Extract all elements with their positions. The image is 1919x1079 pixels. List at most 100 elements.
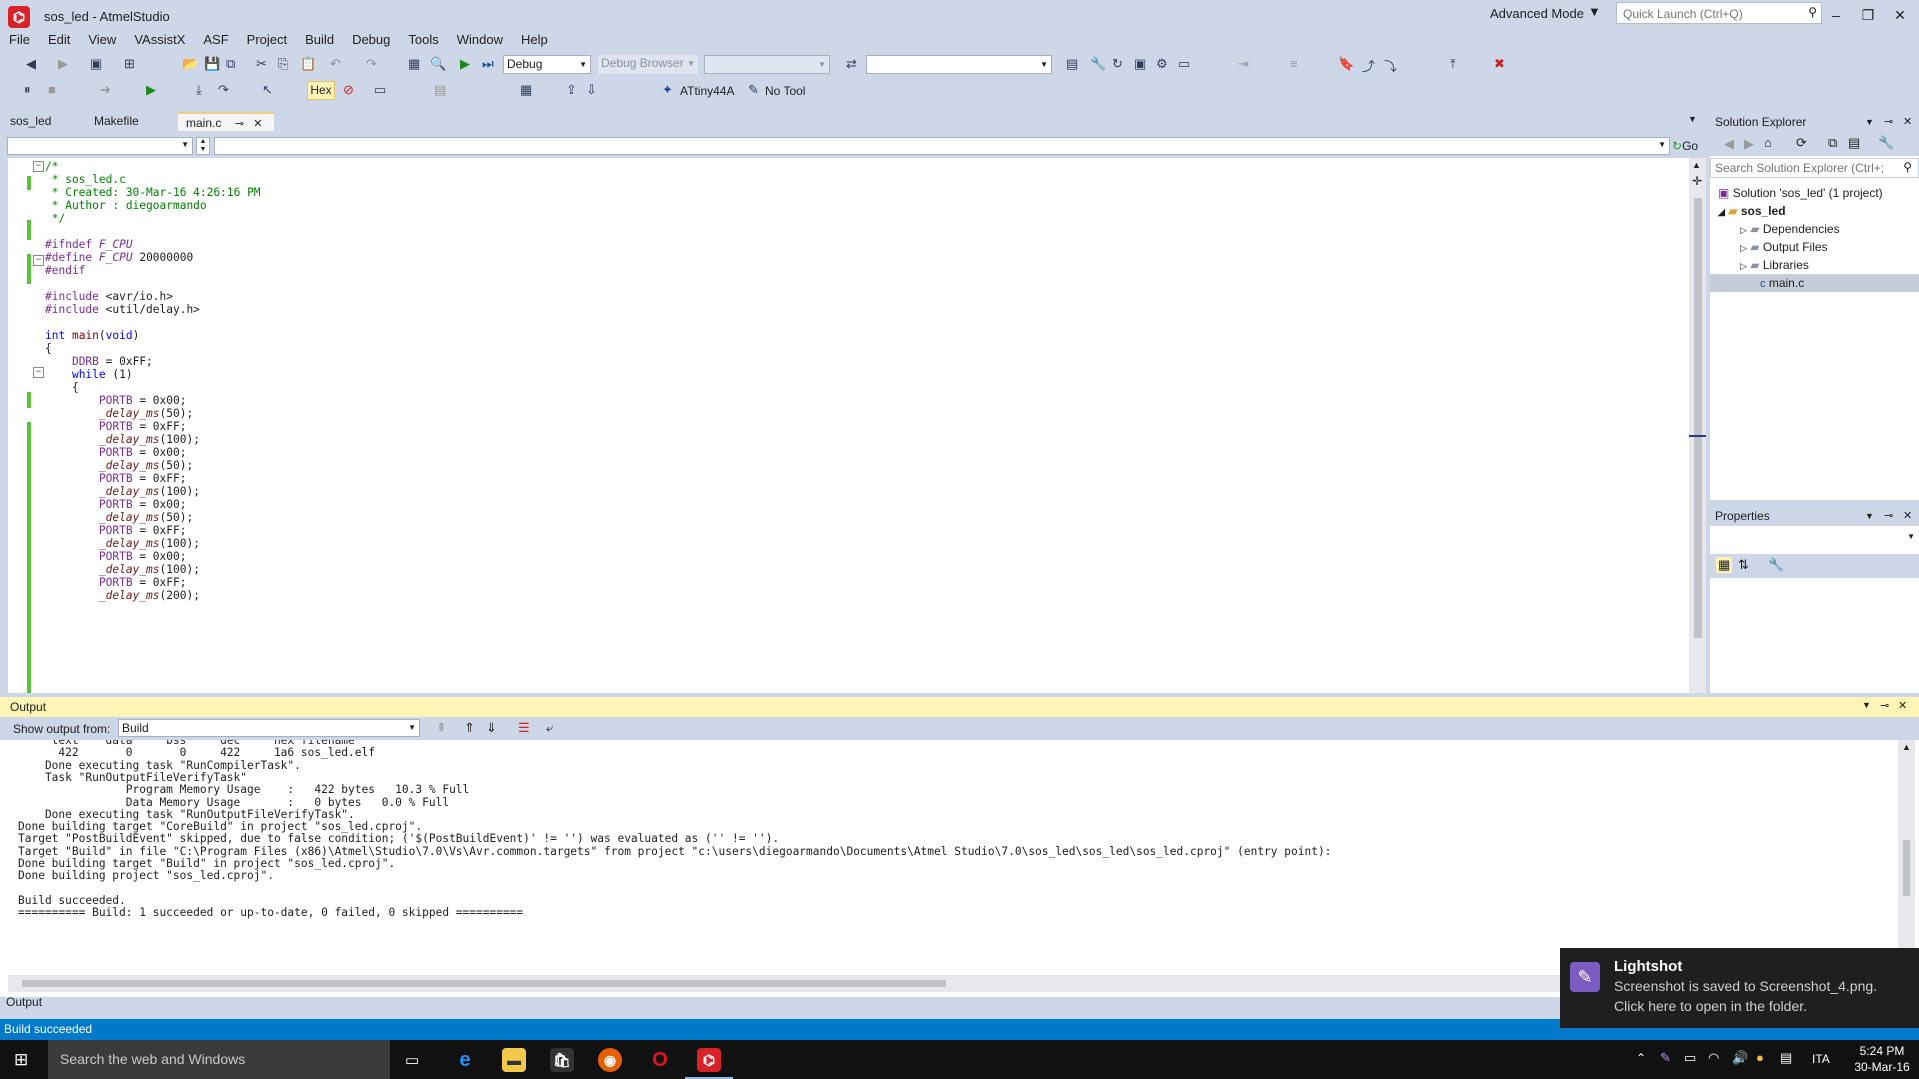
scroll-up-icon[interactable]: ▲ <box>1692 160 1701 170</box>
quick-launch-box[interactable]: ⚲ <box>1616 2 1822 24</box>
window-layout-icon[interactable]: ▭ <box>1178 56 1190 72</box>
show-hidden-icons-icon[interactable]: ⌃ <box>1636 1051 1646 1065</box>
menu-window[interactable]: Window <box>448 30 512 47</box>
chevron-down-icon[interactable]: ▼ <box>1865 506 1874 526</box>
close-icon[interactable]: ✕ <box>253 118 262 130</box>
opera-icon[interactable]: O <box>648 1048 672 1072</box>
close-icon[interactable]: ✕ <box>1903 506 1912 526</box>
device-programming-icon[interactable]: ▤ <box>1066 56 1078 72</box>
menu-help[interactable]: Help <box>512 30 557 47</box>
show-next-statement-icon[interactable]: ➜ <box>100 82 111 98</box>
search-icon[interactable]: ⚲ <box>1903 160 1912 174</box>
undo-icon[interactable]: ↶ <box>330 56 341 72</box>
symbol-dropdown[interactable]: ▼ <box>214 137 1670 155</box>
tree-item-solution[interactable]: ▣ Solution 'sos_led' (1 project) <box>1718 184 1883 202</box>
edge-icon[interactable]: e <box>453 1048 477 1072</box>
solution-search-input[interactable] <box>1713 160 1897 176</box>
output-text[interactable]: text data bss dec hex filename 422 0 0 4… <box>8 740 1898 972</box>
close-button[interactable]: ✕ <box>1886 4 1914 26</box>
step-over-icon[interactable]: ↷ <box>218 82 229 98</box>
tree-item-main-c[interactable]: c main.c <box>1710 274 1919 292</box>
bookmark-folder-icon[interactable]: ⤒ <box>1450 56 1456 72</box>
tray-app-icon[interactable]: ● <box>1756 1050 1764 1065</box>
save-icon[interactable]: 💾 <box>204 56 220 72</box>
code-editor[interactable]: − − − /* * sos_led.c * Created: 30-Mar-1… <box>8 158 1689 693</box>
back-icon[interactable]: ◀ <box>1724 136 1734 152</box>
device-label[interactable]: ATtiny44A <box>680 84 734 98</box>
pin-icon[interactable]: ⊸ <box>1884 112 1893 132</box>
memory-icon[interactable]: ▦ <box>520 82 532 98</box>
power-icon[interactable]: ▭ <box>1684 1050 1696 1066</box>
pin-icon[interactable]: ⊸ <box>1880 699 1889 712</box>
close-icon[interactable]: ✕ <box>1898 699 1907 712</box>
wrench-icon[interactable]: 🔧 <box>1090 56 1106 72</box>
collapse-all-icon[interactable]: ⧉ <box>1828 135 1837 151</box>
step-into-icon[interactable]: ⤓ <box>196 82 202 98</box>
tab-makefile[interactable]: Makefile <box>86 112 147 131</box>
next-bookmark-icon[interactable]: ⤵ <box>1384 56 1397 75</box>
solution-search-box[interactable]: ⚲ <box>1710 158 1919 178</box>
volume-icon[interactable]: 🔊 <box>1732 1050 1748 1066</box>
target-dropdown[interactable]: ▼ <box>704 55 830 74</box>
categorized-icon[interactable]: ▦ <box>1716 557 1733 573</box>
output-tool-tab[interactable]: Output <box>6 995 42 1009</box>
tool-label[interactable]: No Tool <box>765 84 805 98</box>
collapsed-arrow-icon[interactable]: ▷ <box>1740 225 1747 235</box>
debug-browser-dropdown[interactable]: Debug Browser ▼ <box>598 55 698 74</box>
properties-wrench-icon[interactable]: 🔧 <box>1878 135 1894 151</box>
menu-debug[interactable]: Debug <box>343 30 399 47</box>
upload-icon[interactable]: ⇪ <box>566 82 577 98</box>
minimize-button[interactable]: – <box>1822 4 1850 26</box>
forward-icon[interactable]: ▶ <box>58 56 68 72</box>
fold-toggle-icon[interactable]: − <box>33 161 44 172</box>
settings-icon[interactable]: ⚙ <box>1156 56 1168 72</box>
sync-icon[interactable]: ⟳ <box>1796 135 1807 151</box>
tool-icon[interactable]: ✎ <box>748 82 759 98</box>
continue-icon[interactable]: ▶ <box>146 82 156 98</box>
menu-view[interactable]: View <box>79 30 125 47</box>
tree-item-project[interactable]: ◢ ▰ sos_led <box>1718 202 1786 220</box>
output-vscrollbar[interactable]: ▲ <box>1898 740 1915 975</box>
chip-icon[interactable]: ▣ <box>1134 56 1146 72</box>
paste-icon[interactable]: 📋 <box>300 56 316 72</box>
prev-bookmark-icon[interactable]: ⤴ <box>1362 56 1375 75</box>
break-all-icon[interactable]: ⏸ <box>24 82 31 98</box>
firefox-icon[interactable]: ◉ <box>598 1048 622 1072</box>
scroll-thumb[interactable] <box>1694 198 1702 638</box>
cut-icon[interactable]: ✂ <box>256 56 267 72</box>
redo-icon[interactable]: ↷ <box>366 56 377 72</box>
collapsed-arrow-icon[interactable]: ▷ <box>1740 243 1747 253</box>
wifi-icon[interactable]: ◠ <box>1708 1050 1719 1066</box>
clock[interactable]: 5:24 PM 30-Mar-16 <box>1848 1043 1916 1075</box>
prev-message-icon[interactable]: ⇑ <box>464 720 475 736</box>
fold-toggle-icon[interactable]: − <box>33 255 44 266</box>
config-dropdown[interactable]: Debug ▼ <box>503 55 591 74</box>
alphabetical-icon[interactable]: ⇅ <box>1738 557 1749 573</box>
output-source-dropdown[interactable]: Build ▼ <box>118 719 420 737</box>
menu-asf[interactable]: ASF <box>194 30 237 47</box>
tree-item-dependencies[interactable]: ▷ ▰ Dependencies <box>1740 220 1840 238</box>
menu-vassistx[interactable]: VAssistX <box>125 30 194 47</box>
go-button[interactable]: ↻Go <box>1672 136 1698 156</box>
find-icon[interactable]: 🔍 <box>430 56 446 72</box>
menu-project[interactable]: Project <box>238 30 296 47</box>
pin-icon[interactable]: ⊸ <box>1884 506 1893 526</box>
lightshot-tray-icon[interactable]: ✎ <box>1660 1050 1671 1066</box>
menu-file[interactable]: File <box>0 30 39 47</box>
new-project-icon[interactable]: ▣ <box>90 56 102 72</box>
hex-off-icon[interactable]: ⊘ <box>343 82 354 98</box>
indent-icon[interactable]: ⇥ <box>1238 56 1249 72</box>
tab-overflow-icon[interactable]: ▼ <box>1688 114 1697 124</box>
word-wrap-icon[interactable]: ⤶ <box>546 720 553 736</box>
solution-config-icon[interactable]: ▦ <box>408 56 420 72</box>
search-icon[interactable]: ⚲ <box>1808 5 1817 19</box>
close-icon[interactable]: ✕ <box>1903 112 1912 132</box>
menu-tools[interactable]: Tools <box>399 30 447 47</box>
filter-icon[interactable]: ▼ <box>1588 4 1601 19</box>
scroll-up-icon[interactable]: ▲ <box>1902 742 1911 752</box>
menu-edit[interactable]: Edit <box>39 30 79 47</box>
tab-main-c[interactable]: main.c ⊸ ✕ <box>178 112 274 131</box>
menu-build[interactable]: Build <box>296 30 343 47</box>
expanded-arrow-icon[interactable]: ◢ <box>1718 207 1725 217</box>
property-pages-icon[interactable]: 🔧 <box>1768 557 1784 573</box>
